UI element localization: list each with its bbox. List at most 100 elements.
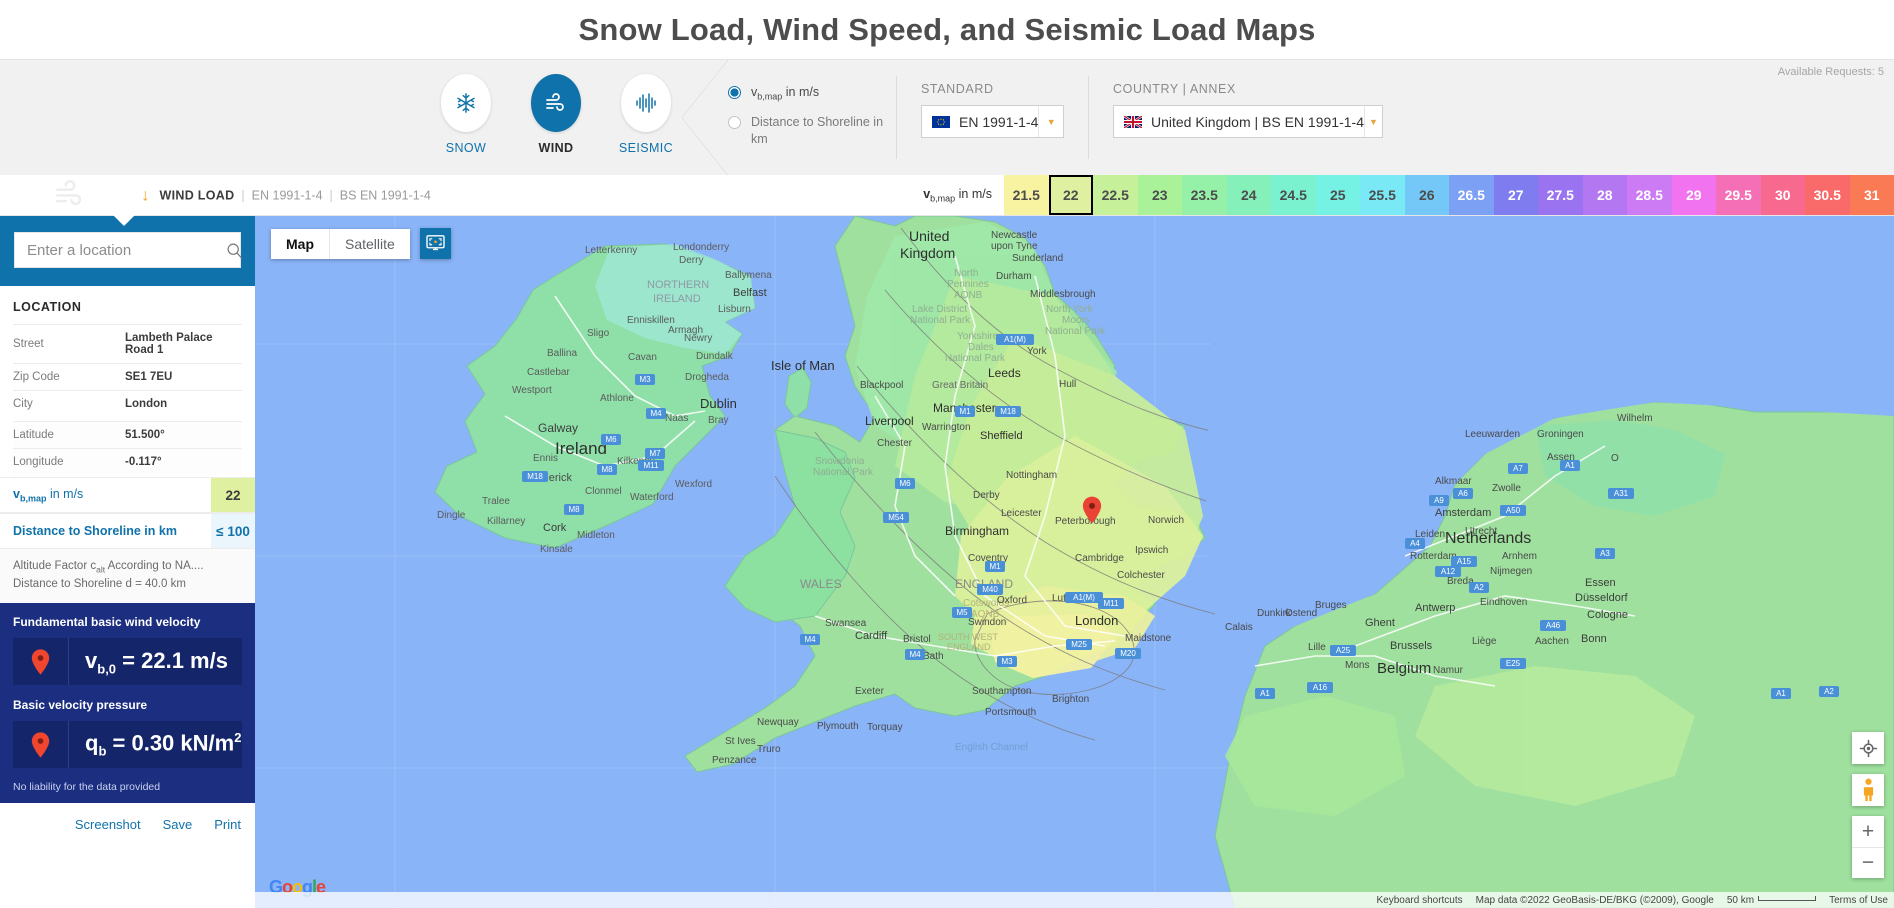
legend-swatch-label: 30 [1775,187,1791,203]
radio-dot-icon [728,86,741,99]
wind-icon [544,91,568,115]
save-button[interactable]: Save [163,817,193,832]
map-data-credit: Map data ©2022 GeoBasis-DE/BKG (©2009), … [1476,895,1714,906]
legend-swatch-27-5[interactable]: 27.5 [1538,175,1583,215]
page-title: Snow Load, Wind Speed, and Seismic Load … [578,12,1315,48]
legend-swatch-label: 29 [1686,187,1702,203]
legend-swatch-31[interactable]: 31 [1850,175,1894,215]
map-zoom-controls: + − [1852,816,1884,878]
legend-swatch-29[interactable]: 29 [1672,175,1717,215]
toolbar-chevron-divider [682,60,728,175]
map-type-controls: Map Satellite [271,228,451,259]
mode-wind[interactable]: WIND [520,74,592,155]
legend-swatch-label: 29.5 [1725,187,1752,203]
search-icon[interactable] [226,242,243,259]
standard-value: EN 1991-1-4 [959,114,1038,130]
legend-swatch-24-5[interactable]: 24.5 [1271,175,1316,215]
my-location-icon[interactable] [1852,732,1884,764]
location-row-key: Street [13,325,125,364]
content-body: LOCATION StreetLambeth Palace Road 1Zip … [0,216,1894,908]
location-row: Zip CodeSE1 7EU [13,364,242,391]
output-label-1: Basic velocity pressure [13,698,242,712]
radio-shoreline[interactable]: Distance to Shoreline in km [728,114,896,148]
legend-swatch-22-5[interactable]: 22.5 [1093,175,1138,215]
breadcrumb-sep: | [330,188,333,202]
legend-swatch-26[interactable]: 26 [1405,175,1450,215]
keyboard-shortcuts-link[interactable]: Keyboard shortcuts [1376,895,1462,906]
map-location-pin[interactable] [1082,496,1102,529]
street-view-pegman-icon[interactable] [1852,774,1884,806]
legend-swatch-24[interactable]: 24 [1227,175,1272,215]
my-location-glyph [1859,739,1878,758]
legend-swatch-23[interactable]: 23 [1138,175,1183,215]
print-button[interactable]: Print [214,817,241,832]
legend-swatch-30[interactable]: 30 [1761,175,1806,215]
mode-seismic[interactable]: SEISMIC [610,74,682,155]
map-pin-icon[interactable] [1082,496,1102,524]
value-type-radio-group: vb,map in m/s Distance to Shoreline in k… [728,60,896,175]
result-row-value: ≤ 100 [211,514,255,548]
map-type-satellite[interactable]: Satellite [329,229,410,259]
standard-select[interactable]: EN 1991-1-4 ▼ [921,105,1064,138]
scale-bar-icon [1758,896,1816,901]
fullscreen-map-glyph [426,235,445,252]
location-row-value: SE1 7EU [125,364,242,391]
note-0: Altitude Factor calt According to NA.... [13,558,242,576]
output-label-0: Fundamental basic wind velocity [13,615,242,629]
eu-flag-icon [932,116,950,128]
radio-vbmap[interactable]: vb,map in m/s [728,84,896,103]
location-row-value: Lambeth Palace Road 1 [125,325,242,364]
zoom-in-button[interactable]: + [1852,816,1884,847]
wind-icon-wrap [531,74,581,132]
legend-swatch-label: 30.5 [1814,187,1841,203]
terms-of-use-link[interactable]: Terms of Use [1829,895,1888,906]
coordinate-rows: Latitude51.500°Longitude-0.117° [13,422,242,476]
legend-swatch-29-5[interactable]: 29.5 [1716,175,1761,215]
result-row-1: Distance to Shoreline in km≤ 100 [0,513,255,549]
map-pin-glyph [31,649,50,675]
fullscreen-map-icon[interactable] [420,228,451,259]
location-row: StreetLambeth Palace Road 1 [13,325,242,364]
legend-swatch-21-5[interactable]: 21.5 [1004,175,1049,215]
location-row-key: Zip Code [13,364,125,391]
coordinate-row: Longitude-0.117° [13,449,242,476]
map-scale: 50 km [1727,895,1816,906]
result-row-key: vb,map in m/s [0,487,211,504]
map-right-controls: + − [1852,732,1884,878]
map-graphic [255,216,1894,908]
mode-snow[interactable]: SNOW [430,74,502,155]
legend-swatch-label: 27.5 [1547,187,1574,203]
search-box[interactable] [14,232,241,268]
country-select[interactable]: United Kingdom | BS EN 1991-1-4 ▼ [1113,105,1383,138]
map-canvas[interactable]: LetterkennyLondonderryDerryNORTHERNIRELA… [255,216,1894,908]
location-table: StreetLambeth Palace Road 1Zip CodeSE1 7… [13,324,242,417]
result-row-key: Distance to Shoreline in km [0,524,211,538]
wind-watermark-glyph [40,177,100,211]
legend-swatch-label: 26 [1419,187,1435,203]
breadcrumb: ↓ WIND LOAD | EN 1991-1-4 | BS EN 1991-1… [141,187,431,204]
chevron-down-icon[interactable]: ▼ [1364,106,1382,137]
screenshot-button[interactable]: Screenshot [75,817,141,832]
snowflake-icon [455,92,477,114]
legend-swatch-label: 24.5 [1280,187,1307,203]
radio-shoreline-label: Distance to Shoreline in km [751,114,896,148]
radio-dot-icon [728,116,741,129]
seismic-icon [634,92,658,114]
output-value-box-1: qb = 0.30 kN/m2 [13,721,242,768]
legend-swatch-22[interactable]: 22 [1049,175,1094,215]
legend-swatch-28[interactable]: 28 [1583,175,1628,215]
zoom-out-button[interactable]: − [1852,847,1884,878]
legend-swatch-25[interactable]: 25 [1316,175,1361,215]
country-label: COUNTRY | ANNEX [1113,82,1383,96]
coordinate-value: -0.117° [125,449,242,476]
chevron-down-icon[interactable]: ▼ [1038,106,1063,137]
legend-swatch-30-5[interactable]: 30.5 [1805,175,1850,215]
search-input[interactable] [27,242,226,259]
legend-swatch-25-5[interactable]: 25.5 [1360,175,1405,215]
legend-swatch-27[interactable]: 27 [1494,175,1539,215]
legend-swatch-label: 23 [1152,187,1168,203]
map-type-map[interactable]: Map [271,229,329,259]
legend-swatch-28-5[interactable]: 28.5 [1627,175,1672,215]
legend-swatch-26-5[interactable]: 26.5 [1449,175,1494,215]
legend-swatch-23-5[interactable]: 23.5 [1182,175,1227,215]
